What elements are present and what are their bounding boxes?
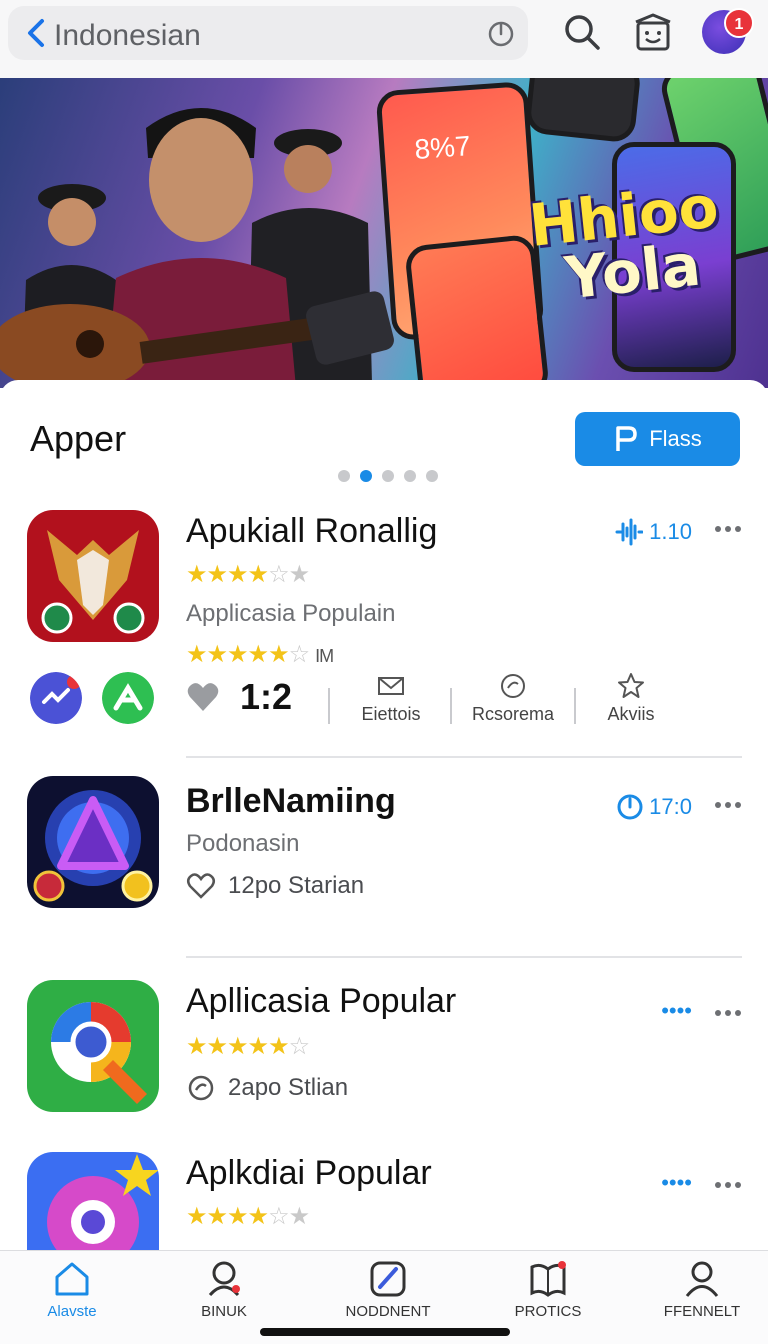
search-icon[interactable]: [562, 12, 602, 52]
tab-protics[interactable]: PROTICS: [478, 1259, 618, 1320]
promo-banner[interactable]: 8%7 Hhioo Yola: [0, 78, 768, 388]
flag-icon: [616, 426, 637, 451]
guitar-illustration: [0, 291, 394, 388]
tab-noddnent[interactable]: NODDNENT: [318, 1259, 458, 1320]
person-search-icon: [208, 1261, 240, 1297]
heart-outline-icon: [187, 873, 215, 899]
tab-label: BINUK: [201, 1303, 247, 1320]
top-bar: Indonesian 1: [0, 0, 768, 78]
section-title: Apper: [30, 418, 127, 459]
rating-suffix: IM: [315, 646, 334, 666]
banner-headline: Hhioo Yola: [526, 172, 727, 313]
list-divider: [186, 956, 742, 958]
app-meta-value: ••••: [661, 998, 692, 1023]
search-bar[interactable]: Indonesian: [8, 6, 528, 60]
tab-binuk[interactable]: BINUK: [154, 1259, 294, 1320]
more-icon[interactable]: [714, 524, 742, 534]
more-icon[interactable]: [714, 800, 742, 810]
app-name[interactable]: Aplkdiai Popular: [186, 1154, 432, 1193]
tab-label: NODDNENT: [345, 1303, 431, 1320]
app-meta: 1.10: [615, 518, 692, 546]
list-divider: [186, 756, 742, 758]
carousel-pager[interactable]: [338, 470, 438, 482]
action-rcsorema[interactable]: Rcsorema: [458, 672, 568, 725]
book-icon: [530, 1261, 566, 1297]
messenger-icon[interactable]: [30, 672, 82, 724]
refresh-icon: [188, 1075, 214, 1101]
app-list-card: Apper Flass Apukiall Ronallig ★★★★☆★ App…: [0, 380, 768, 1284]
action-label: Rcsorema: [471, 704, 555, 724]
divider: [450, 688, 452, 724]
home-icon: [55, 1262, 89, 1296]
app-detail: 2apo Stlian: [186, 1074, 348, 1102]
action-label: Eiettois: [361, 704, 421, 724]
divider: [328, 688, 330, 724]
more-icon[interactable]: [714, 1008, 742, 1018]
flass-button-label: Flass: [649, 426, 702, 451]
power-icon[interactable]: [486, 18, 516, 48]
waveform-icon: [615, 518, 644, 546]
app-name[interactable]: BrlleNamiing: [186, 782, 396, 821]
app-detail-text: 2apo Stlian: [228, 1074, 349, 1101]
app-subtitle: Applicasia Populain: [186, 600, 396, 627]
pager-dot[interactable]: [404, 470, 416, 482]
envelope-icon: [378, 677, 404, 695]
search-input[interactable]: Indonesian: [54, 19, 201, 53]
triangle-game-app-icon[interactable]: [27, 776, 159, 908]
star-rating: ★★★★☆★: [186, 1203, 310, 1230]
app-meta-value: ••••: [661, 1170, 692, 1195]
app-subtitle: Podonasin: [186, 830, 300, 857]
app-meta: 17:0: [617, 794, 692, 820]
app-name[interactable]: Apllicasia Popular: [186, 982, 456, 1021]
flass-button[interactable]: Flass: [575, 412, 740, 466]
action-akviis[interactable]: Akviis: [576, 672, 686, 725]
banner-headline-line2: Yola: [561, 230, 704, 313]
pager-dot[interactable]: [338, 470, 350, 482]
tab-label: Alavste: [47, 1303, 97, 1320]
app-meta-value: 17:0: [649, 794, 692, 819]
notification-badge: 1: [724, 8, 754, 38]
pager-dot[interactable]: [382, 470, 394, 482]
profile-icon: [685, 1261, 719, 1297]
star-rating: ★★★★★☆: [186, 1033, 310, 1060]
heart-icon[interactable]: [186, 680, 220, 714]
app-meta: ••••: [661, 1170, 692, 1196]
tab-alavste[interactable]: Alavste: [2, 1259, 142, 1320]
star-rating: ★★★★☆★: [186, 561, 310, 588]
star-rating-secondary: ★★★★★☆ IM: [186, 641, 334, 668]
app-name[interactable]: Apukiall Ronallig: [186, 512, 437, 551]
tab-label: PROTICS: [514, 1303, 582, 1320]
tab-label: FFENNELT: [663, 1303, 741, 1320]
app-actions-row: 1:2 Eiettois Rcsorema Akviis: [0, 672, 768, 732]
pager-dot[interactable]: [426, 470, 438, 482]
pager-dot-active[interactable]: [360, 470, 372, 482]
refresh-icon: [501, 674, 525, 698]
phone-mockup: [524, 78, 642, 144]
antelope-mask-app-icon[interactable]: [27, 510, 159, 642]
home-indicator[interactable]: [260, 1328, 510, 1336]
power-blue-icon: [617, 794, 643, 820]
edit-icon: [370, 1261, 406, 1297]
action-eiettois[interactable]: Eiettois: [336, 672, 446, 725]
app-meta: ••••: [661, 998, 692, 1024]
back-chevron-icon[interactable]: [22, 18, 52, 48]
more-icon[interactable]: [714, 1180, 742, 1190]
share-arrow-icon[interactable]: [102, 672, 154, 724]
phone-clock-text: 8%7: [413, 130, 472, 165]
app-meta-value: 1.10: [649, 519, 692, 544]
like-count: 1:2: [240, 676, 293, 717]
action-label: Akviis: [607, 704, 655, 724]
star-outline-icon: [618, 673, 644, 698]
smiley-box-icon[interactable]: [632, 12, 674, 52]
phone-mockup: [403, 233, 551, 388]
browser-app-icon[interactable]: [27, 980, 159, 1112]
app-detail-text: 12po Starian: [228, 872, 365, 899]
tab-ffennelt[interactable]: FFENNELT: [632, 1259, 768, 1320]
app-detail: 12po Starian: [186, 872, 364, 900]
